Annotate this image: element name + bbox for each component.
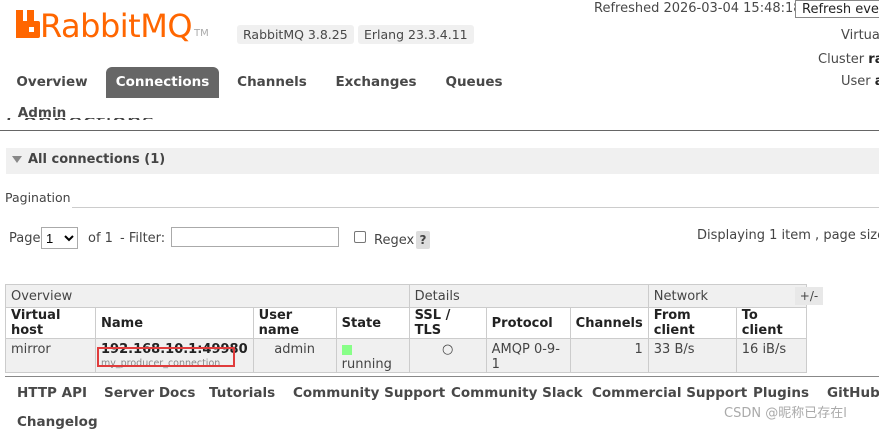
user-label-text: User	[841, 74, 875, 89]
section-title: All connections (1)	[28, 152, 166, 167]
tab-exchanges[interactable]: Exchanges	[328, 67, 424, 98]
group-overview: Overview	[5, 284, 410, 308]
footer-link-community-slack[interactable]: Community Slack	[451, 385, 583, 401]
cell-ssl: ○	[408, 338, 487, 373]
virtual-host-label: Virtual	[841, 28, 879, 43]
cluster-value: ra	[868, 52, 879, 67]
footer-link-github[interactable]: GitHub	[827, 385, 879, 401]
page-of-label: of 1	[88, 231, 113, 246]
col-channels[interactable]: Channels	[569, 307, 649, 339]
filter-label: - Filter:	[120, 231, 166, 246]
user-label: User a	[841, 74, 879, 89]
cell-state: running	[335, 338, 410, 373]
displaying-count: Displaying 1 item , page size u	[697, 228, 879, 243]
col-virtual-host[interactable]: Virtual host	[5, 307, 96, 339]
group-header-row: Overview Details Network	[5, 284, 807, 308]
column-header-row: Virtual host Name User name State SSL / …	[5, 307, 807, 339]
regex-checkbox[interactable]	[354, 231, 366, 243]
user-value: a	[875, 74, 879, 89]
col-from-client[interactable]: From client	[647, 307, 737, 339]
rabbitmq-logo-icon	[16, 10, 40, 38]
footer-link-community-support[interactable]: Community Support	[293, 385, 445, 401]
group-network: Network	[647, 284, 807, 308]
footer-divider	[5, 376, 879, 377]
filter-input[interactable]	[171, 227, 339, 247]
rabbitmq-logo[interactable]: RabbitMQ TM	[16, 6, 209, 46]
tab-connections[interactable]: Connections	[106, 67, 219, 98]
cluster-label: Cluster ra	[818, 52, 879, 67]
logo-text: RabbitMQ	[40, 7, 193, 45]
page-label: Page	[9, 231, 41, 246]
tabs-divider	[0, 130, 879, 131]
regex-label: Regex	[374, 233, 415, 248]
cluster-label-text: Cluster	[818, 52, 869, 67]
col-to-client[interactable]: To client	[735, 307, 807, 339]
cell-to-client: 16 iB/s	[735, 338, 807, 373]
col-ssl[interactable]: SSL / TLS	[408, 307, 487, 339]
col-name[interactable]: Name	[95, 307, 254, 339]
cell-protocol: AMQP 0-9-1	[485, 338, 571, 373]
erlang-version-badge: Erlang 23.3.4.11	[358, 25, 474, 44]
cell-from-client: 33 B/s	[647, 338, 737, 373]
footer-link-tutorials[interactable]: Tutorials	[209, 385, 275, 401]
tab-channels[interactable]: Channels	[230, 67, 314, 98]
pagination-divider	[72, 207, 879, 208]
logo-tm: TM	[194, 28, 209, 39]
tab-queues[interactable]: Queues	[438, 67, 510, 98]
regex-help-button[interactable]: ?	[416, 231, 430, 249]
section-header-all-connections[interactable]: All connections (1)	[6, 148, 879, 174]
footer-link-changelog[interactable]: Changelog	[17, 414, 98, 430]
col-user-name[interactable]: User name	[252, 307, 337, 339]
tab-overview[interactable]: Overview	[8, 67, 96, 98]
watermark: CSDN @昵称已存在l	[724, 406, 847, 421]
footer-link-commercial-support[interactable]: Commercial Support	[592, 385, 747, 401]
columns-toggle-button[interactable]: +/-	[795, 287, 823, 305]
group-details: Details	[408, 284, 649, 308]
col-state[interactable]: State	[335, 307, 410, 339]
tab-admin[interactable]: Admin	[8, 98, 76, 130]
rabbitmq-version-badge: RabbitMQ 3.8.25	[237, 25, 354, 44]
running-status-icon	[341, 344, 352, 355]
footer-link-http-api[interactable]: HTTP API	[17, 385, 87, 401]
cell-virtual-host: mirror	[5, 338, 96, 373]
page-select[interactable]: 1	[41, 227, 78, 249]
pagination-label[interactable]: Pagination	[5, 190, 71, 205]
footer-link-server-docs[interactable]: Server Docs	[104, 385, 195, 401]
col-protocol[interactable]: Protocol	[485, 307, 571, 339]
collapse-triangle-icon	[12, 156, 22, 163]
cell-channels: 1	[569, 338, 649, 373]
refreshed-timestamp: Refreshed 2026-03-04 15:48:18	[594, 1, 802, 16]
state-text: running	[341, 357, 392, 372]
refresh-interval-select[interactable]: Refresh ever	[795, 0, 879, 18]
highlight-box	[97, 347, 235, 367]
cell-user-name: admin	[252, 338, 337, 373]
footer-link-plugins[interactable]: Plugins	[753, 385, 809, 401]
